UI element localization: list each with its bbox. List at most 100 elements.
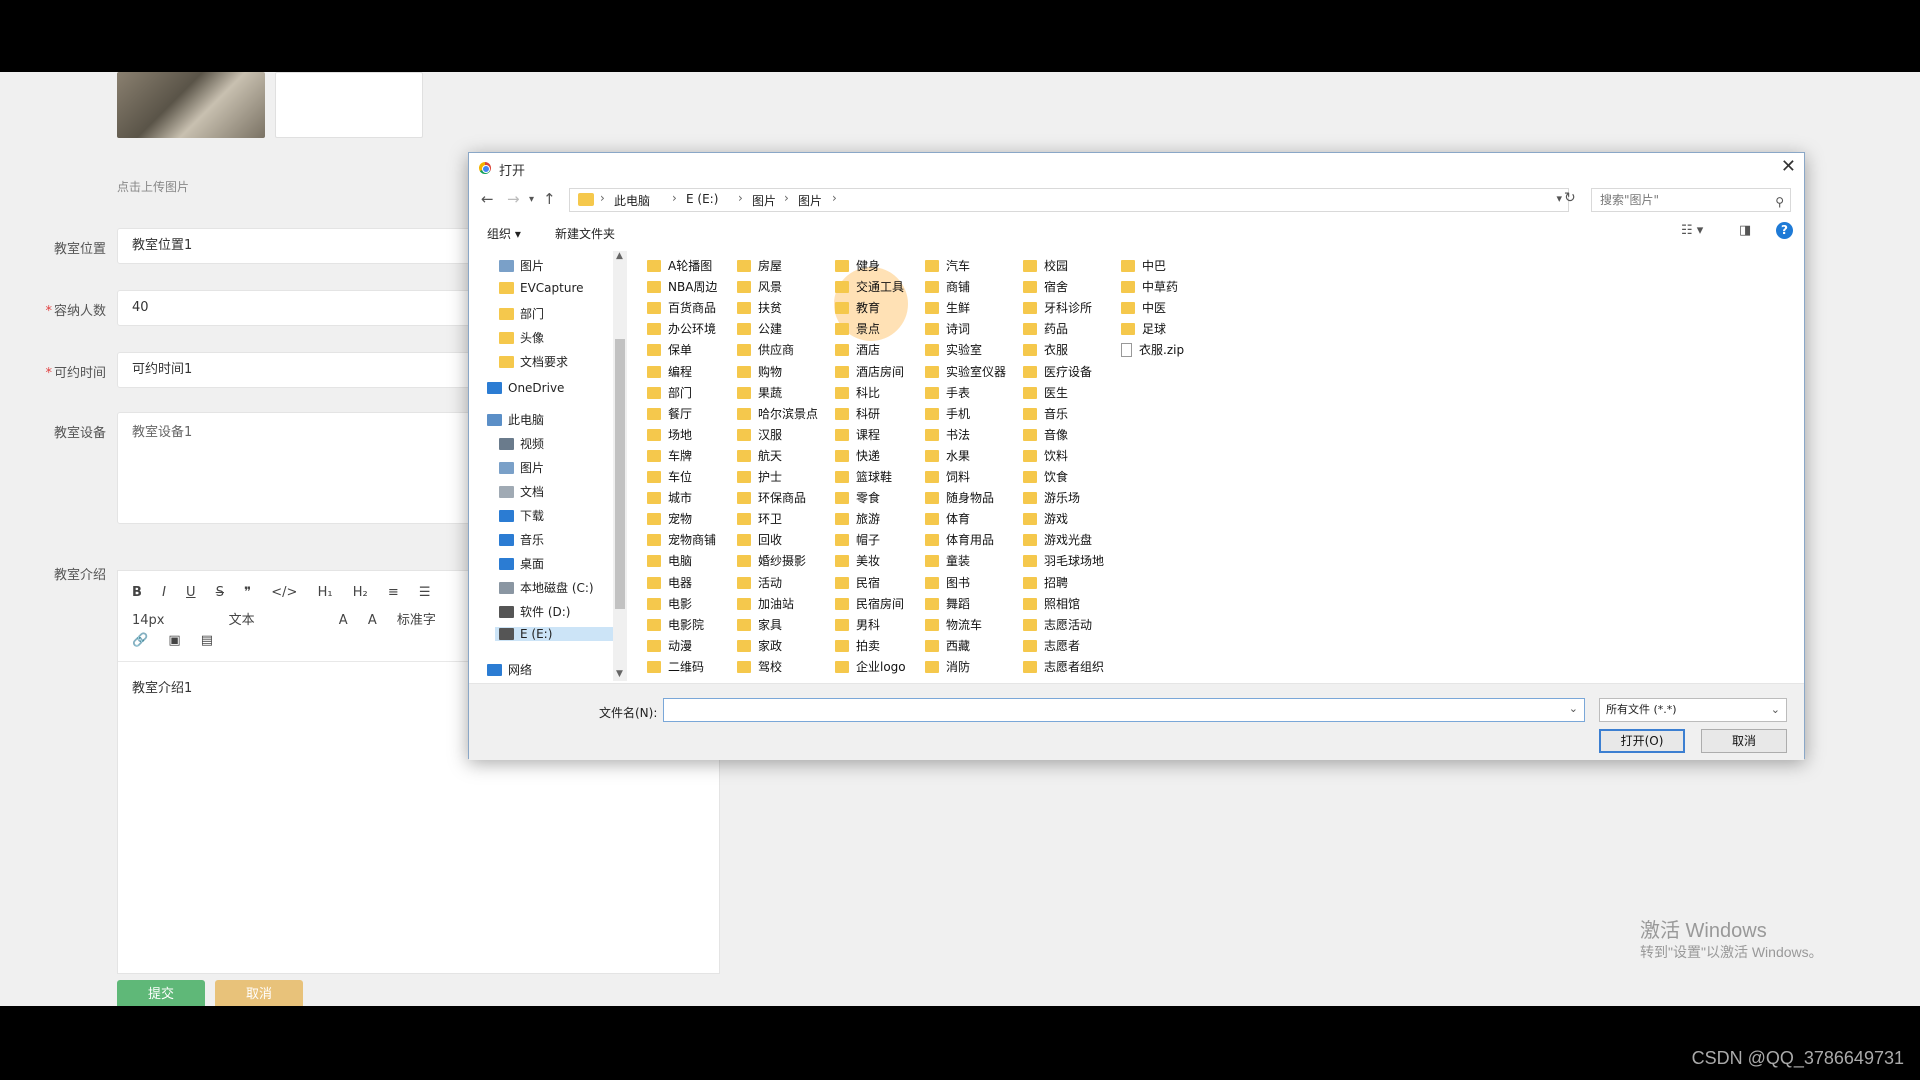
folder-item[interactable]: 电脑	[647, 552, 692, 570]
folder-item[interactable]: 志愿活动	[1023, 616, 1092, 634]
folder-item[interactable]: 民宿	[835, 574, 880, 592]
folder-item[interactable]: 办公环境	[647, 320, 716, 338]
folder-item[interactable]: 哈尔滨景点	[737, 405, 818, 423]
folder-item[interactable]: 驾校	[737, 658, 782, 676]
folder-item[interactable]: 汉服	[737, 426, 782, 444]
folder-item[interactable]: 志愿者	[1023, 637, 1080, 655]
folder-item[interactable]: 书法	[925, 426, 970, 444]
font-color-button[interactable]: A	[339, 613, 348, 628]
folder-item[interactable]: 招聘	[1023, 574, 1068, 592]
folder-item[interactable]: 手机	[925, 405, 970, 423]
folder-item[interactable]: 帽子	[835, 531, 880, 549]
scrollbar-thumb[interactable]	[615, 339, 625, 609]
folder-item[interactable]: 游戏	[1023, 510, 1068, 528]
folder-item[interactable]: 扶贫	[737, 299, 782, 317]
h2-button[interactable]: H₂	[353, 585, 368, 600]
navigation-scrollbar[interactable]: ▲ ▼	[613, 251, 627, 681]
folder-item[interactable]: 旅游	[835, 510, 880, 528]
nav-item[interactable]: 文档要求	[499, 353, 568, 370]
folder-item[interactable]: 实验室仪器	[925, 363, 1006, 381]
folder-item[interactable]: 车牌	[647, 447, 692, 465]
file-item[interactable]: 衣服.zip	[1121, 341, 1184, 359]
nav-item[interactable]: 文档	[499, 483, 544, 500]
bg-color-button[interactable]: A	[368, 613, 377, 628]
search-input[interactable]: 搜索"图片" ⚲	[1591, 188, 1791, 212]
view-options-icon[interactable]: ☷ ▾	[1681, 223, 1703, 238]
folder-item[interactable]: 零食	[835, 489, 880, 507]
folder-item[interactable]: 酒店房间	[835, 363, 904, 381]
folder-item[interactable]: 志愿者组织	[1023, 658, 1104, 676]
folder-item[interactable]: 衣服	[1023, 341, 1068, 359]
nav-item[interactable]: 音乐	[499, 531, 544, 548]
folder-item[interactable]: 车位	[647, 468, 692, 486]
folder-item[interactable]: 诗词	[925, 320, 970, 338]
folder-item[interactable]: 动漫	[647, 637, 692, 655]
nav-item[interactable]: 本地磁盘 (C:)	[499, 579, 594, 596]
folder-item[interactable]: 课程	[835, 426, 880, 444]
folder-item[interactable]: 航天	[737, 447, 782, 465]
folder-item[interactable]: 医生	[1023, 384, 1068, 402]
font-size-select[interactable]: 14px	[132, 613, 165, 628]
folder-item[interactable]: 企业logo	[835, 658, 906, 676]
folder-item[interactable]: 婚纱摄影	[737, 552, 806, 570]
close-icon[interactable]: ✕	[1781, 156, 1796, 177]
folder-item[interactable]: 环保商品	[737, 489, 806, 507]
folder-item[interactable]: 果蔬	[737, 384, 782, 402]
folder-item[interactable]: 校园	[1023, 257, 1068, 275]
folder-item[interactable]: 酒店	[835, 341, 880, 359]
ordered-list-button[interactable]: ≡	[388, 585, 399, 600]
folder-item[interactable]: 商铺	[925, 278, 970, 296]
location-input[interactable]: 教室位置1	[117, 228, 477, 264]
folder-item[interactable]: 宠物	[647, 510, 692, 528]
folder-item[interactable]: 交通工具	[835, 278, 904, 296]
folder-item[interactable]: 场地	[647, 426, 692, 444]
folder-item[interactable]: 活动	[737, 574, 782, 592]
up-icon[interactable]: ↑	[543, 190, 556, 208]
nav-item[interactable]: 图片	[499, 459, 544, 476]
folder-item[interactable]: 家具	[737, 616, 782, 634]
folder-item[interactable]: 家政	[737, 637, 782, 655]
folder-item[interactable]: 篮球鞋	[835, 468, 892, 486]
code-button[interactable]: </>	[271, 585, 297, 600]
folder-item[interactable]: 图书	[925, 574, 970, 592]
folder-item[interactable]: 物流车	[925, 616, 982, 634]
text-style-select[interactable]: 文本	[229, 609, 255, 628]
folder-item[interactable]: 手表	[925, 384, 970, 402]
breadcrumb-drive-e[interactable]: E (E:)	[686, 192, 718, 206]
address-bar[interactable]: › 此电脑 › E (E:) › 图片 › 图片 › ▾	[569, 188, 1569, 212]
organize-menu[interactable]: 组织 ▾	[487, 225, 521, 242]
preview-pane-icon[interactable]: ◨	[1739, 223, 1751, 238]
folder-item[interactable]: 随身物品	[925, 489, 994, 507]
submit-button[interactable]: 提交	[117, 980, 205, 1006]
folder-item[interactable]: 宿舍	[1023, 278, 1068, 296]
nav-item[interactable]: 软件 (D:)	[499, 603, 570, 620]
folder-item[interactable]: 体育	[925, 510, 970, 528]
nav-item[interactable]: 头像	[499, 329, 544, 346]
folder-item[interactable]: 拍卖	[835, 637, 880, 655]
new-folder-button[interactable]: 新建文件夹	[555, 225, 615, 242]
folder-item[interactable]: 城市	[647, 489, 692, 507]
back-icon[interactable]: ←	[481, 190, 494, 208]
recent-dropdown-icon[interactable]: ▾	[529, 194, 534, 205]
table-icon[interactable]: ▤	[201, 633, 213, 648]
editor-content[interactable]: 教室介绍1	[132, 677, 192, 696]
folder-item[interactable]: 加油站	[737, 595, 794, 613]
folder-item[interactable]: 药品	[1023, 320, 1068, 338]
nav-item[interactable]: 桌面	[499, 555, 544, 572]
folder-item[interactable]: 保单	[647, 341, 692, 359]
folder-item[interactable]: 民宿房间	[835, 595, 904, 613]
filename-input[interactable]: ⌄	[663, 698, 1585, 722]
cancel-button[interactable]: 取消	[215, 980, 303, 1006]
folder-item[interactable]: 科研	[835, 405, 880, 423]
nav-item[interactable]: 图片	[499, 257, 544, 274]
folder-item[interactable]: 中巴	[1121, 257, 1166, 275]
nav-item[interactable]: 部门	[499, 305, 544, 322]
folder-item[interactable]: 西藏	[925, 637, 970, 655]
folder-item[interactable]: 中医	[1121, 299, 1166, 317]
folder-item[interactable]: 百货商品	[647, 299, 716, 317]
image-icon[interactable]: ▣	[168, 633, 180, 648]
time-input[interactable]: 可约时间1	[117, 352, 477, 388]
open-button[interactable]: 打开(O)	[1599, 729, 1685, 753]
folder-item[interactable]: 音像	[1023, 426, 1068, 444]
bullet-list-button[interactable]: ☰	[419, 585, 431, 600]
